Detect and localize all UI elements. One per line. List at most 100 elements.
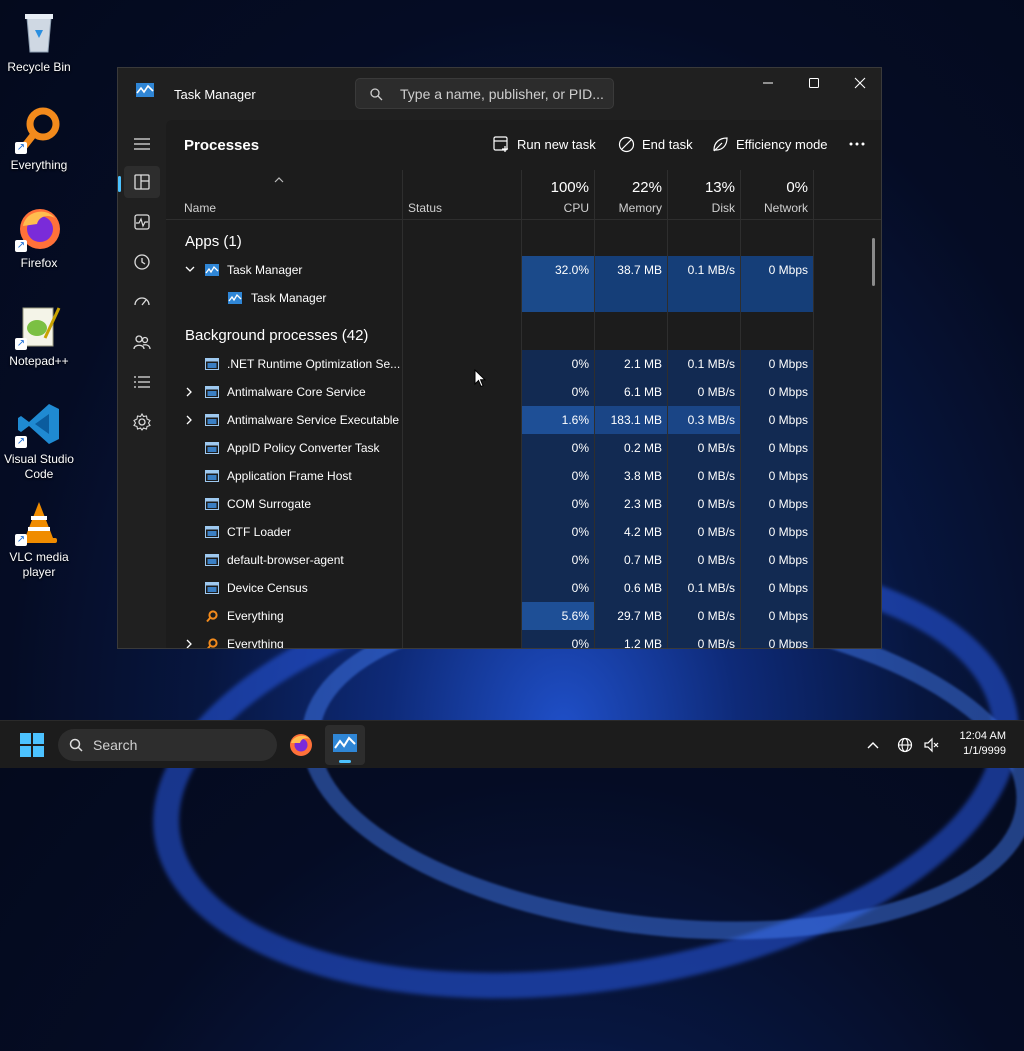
details-icon [134,376,150,388]
volume-button[interactable] [919,725,943,765]
task-manager-icon [205,264,219,276]
efficiency-mode-button[interactable]: Efficiency mode [712,134,828,156]
cpu-value: 32.0% [554,263,589,277]
memory-total-percent: 22% [631,179,662,196]
language-button[interactable] [893,725,917,765]
memory-value: 183.1 MB [610,413,662,427]
hamburger-icon [134,138,150,150]
globe-icon [897,737,913,753]
window-app-icon [205,442,219,454]
desktop-icon-everything[interactable]: ↗ Everything [2,106,76,173]
taskbar-task-manager[interactable] [325,725,365,765]
column-status[interactable]: Status [403,170,521,219]
start-button[interactable] [12,725,52,765]
cpu-value: 0% [571,637,589,648]
window-app-icon [205,414,219,426]
close-button[interactable] [837,68,881,98]
chevron-right-icon[interactable] [185,387,193,397]
more-options-button[interactable] [848,134,870,156]
table-row[interactable]: .NET Runtime Optimization Se... 0% 2.1 MB 0… [166,350,816,378]
desktop-icon-label: Firefox [20,256,58,270]
column-cpu[interactable]: 100% CPU [522,170,594,219]
desktop-icon-firefox[interactable]: ↗ Firefox [2,204,76,271]
run-new-task-button[interactable]: Run new task [493,134,596,156]
table-row[interactable]: COM Surrogate 0% 2.3 MB 0 MB/s 0 Mbps [166,490,816,518]
maximize-button[interactable] [791,68,837,98]
desktop-icon-recycle-bin[interactable]: Recycle Bin [2,8,76,75]
cpu-value: 0% [571,357,589,371]
table-row[interactable]: Antimalware Service Executable 1.6% 183.1 … [166,406,816,434]
window-app-icon [205,470,219,482]
desktop-icon-vlc[interactable]: ↗ VLC media player [2,498,76,580]
disk-value: 0.1 MB/s [687,581,735,595]
process-name: Antimalware Core Service [227,385,366,399]
cpu-value: 0% [571,525,589,539]
process-name: Application Frame Host [227,469,352,483]
processes-panel: Processes Run new task End task Efficien… [166,120,881,648]
shortcut-arrow-icon: ↗ [15,338,27,350]
chevron-right-icon[interactable] [185,415,193,425]
search-icon [69,738,83,752]
memory-value: 1.2 MB [623,637,662,648]
desktop-icon-label: Notepad++ [9,354,69,368]
memory-value: 0.2 MB [623,441,662,455]
process-name: Everything [227,609,284,623]
disk-value: 0 MB/s [697,441,735,455]
table-row[interactable]: Task Manager 32.0% 38.7 MB 0.1 MB/s 0 Mb… [166,256,816,284]
cpu-value: 5.6% [561,609,589,623]
process-name: default-browser-agent [227,553,344,567]
taskbar-firefox[interactable] [281,725,321,765]
disk-value: 0 MB/s [697,609,735,623]
memory-value: 29.7 MB [617,609,662,623]
process-name: Everything [227,637,284,648]
chevron-right-icon[interactable] [185,639,193,648]
desktop-icon-vscode[interactable]: ↗ Visual Studio Code [2,400,76,482]
column-name[interactable]: Name [166,170,402,219]
column-network[interactable]: 0% Network [741,170,813,219]
column-header-row: Name Status 100% CPU 22% Memory 13% Disk… [166,170,881,220]
nav-services[interactable] [124,406,160,438]
network-value: 0 Mbps [768,385,808,399]
table-row[interactable]: Device Census 0% 0.6 MB 0.1 MB/s 0 Mbps [166,574,816,602]
table-row[interactable]: Application Frame Host 0% 3.8 MB 0 MB/s 0 Mb… [166,462,816,490]
network-total-percent: 0% [786,179,808,196]
desktop-icon-notepadpp[interactable]: ↗ Notepad++ [2,302,76,369]
hamburger-menu-button[interactable] [124,128,160,160]
search-input[interactable] [400,79,605,108]
everything-icon: ↗ [15,106,63,154]
taskbar-clock[interactable]: 12:04 AM 1/1/9999 [960,729,1006,759]
group-header-background: Background processes (42) [185,327,369,344]
table-row-child[interactable]: Task Manager [166,284,816,312]
table-row[interactable]: Everything 5.6% 29.7 MB 0 MB/s 0 Mbps [166,602,816,630]
table-row[interactable]: AppID Policy Converter Task 0% 0.2 MB 0 MB/… [166,434,816,462]
vlc-icon: ↗ [15,498,63,546]
column-memory[interactable]: 22% Memory [595,170,667,219]
show-hidden-icons-button[interactable] [861,725,885,765]
table-row[interactable]: default-browser-agent 0% 0.7 MB 0 MB/s 0 Mbp… [166,546,816,574]
notepadpp-icon: ↗ [15,302,63,350]
network-value: 0 Mbps [768,497,808,511]
taskbar-search[interactable]: Search [58,729,277,761]
network-value: 0 Mbps [768,263,808,277]
column-disk[interactable]: 13% Disk [668,170,740,219]
vertical-scrollbar[interactable] [872,238,875,286]
table-row[interactable]: Everything 0% 1.2 MB 0 MB/s 0 Mbps [166,630,816,648]
minimize-button[interactable] [745,68,791,98]
chevron-down-icon[interactable] [185,265,195,273]
nav-startup-apps[interactable] [124,286,160,318]
memory-value: 0.7 MB [623,553,662,567]
end-task-button[interactable]: End task [618,134,693,156]
nav-app-history[interactable] [124,246,160,278]
processes-icon [134,174,150,190]
nav-performance[interactable] [124,206,160,238]
group-header-apps: Apps (1) [185,233,242,250]
title-bar[interactable]: Task Manager [118,68,881,120]
search-box[interactable] [355,78,614,109]
table-row[interactable]: Antimalware Core Service 0% 6.1 MB 0 MB/s 0 … [166,378,816,406]
nav-processes[interactable] [118,166,160,198]
nav-details[interactable] [124,366,160,398]
nav-users[interactable] [124,326,160,358]
table-row[interactable]: CTF Loader 0% 4.2 MB 0 MB/s 0 Mbps [166,518,816,546]
cpu-value: 0% [571,441,589,455]
network-value: 0 Mbps [768,581,808,595]
